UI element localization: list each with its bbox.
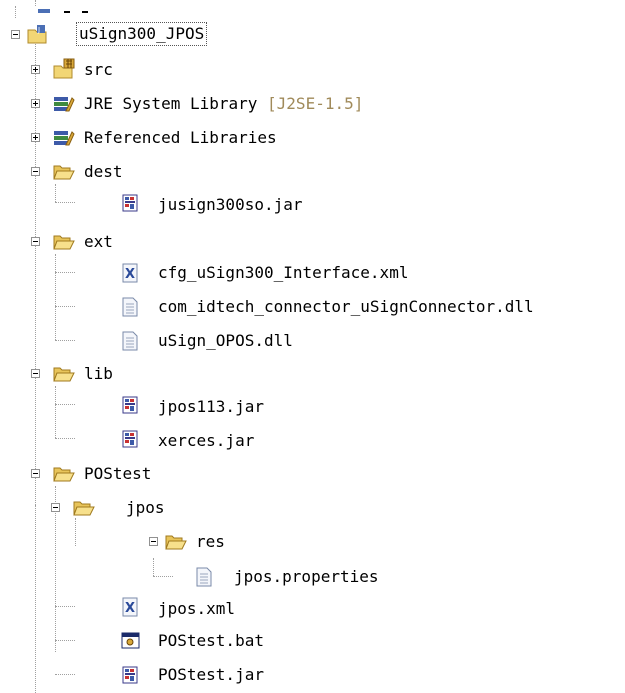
bat-file-icon [120, 630, 140, 650]
res-folder-label[interactable]: res [196, 531, 225, 553]
cut-off-tree-row [34, 0, 94, 13]
tree-file-label[interactable]: jpos.properties [234, 566, 379, 588]
library-icon [52, 126, 75, 146]
svg-text:X: X [125, 267, 135, 282]
tree-file-label[interactable]: POStest.bat [158, 630, 264, 652]
dest-collapse-toggle[interactable] [31, 167, 40, 176]
src-expand-toggle[interactable] [31, 65, 40, 74]
postest-label[interactable]: POStest [84, 463, 151, 485]
postest-collapse-toggle[interactable] [31, 469, 40, 478]
folder-open-icon [164, 530, 187, 550]
referenced-libraries-expand-toggle[interactable] [31, 133, 40, 142]
jre-name: JRE System Library [84, 94, 258, 113]
library-icon [52, 92, 75, 112]
jre-label[interactable]: JRE System Library [J2SE-1.5] [84, 93, 363, 115]
project-label[interactable]: uSign300_JPOS [76, 22, 208, 46]
source-folder-icon [52, 58, 75, 79]
folder-open-icon [52, 160, 75, 180]
text-file-icon [120, 296, 140, 317]
jpos-folder-collapse-toggle[interactable] [51, 503, 60, 512]
referenced-libraries-label[interactable]: Referenced Libraries [84, 127, 277, 149]
jar-icon [120, 428, 140, 448]
jar-icon [120, 192, 140, 212]
xml-file-icon: X [120, 262, 140, 283]
folder-open-icon [52, 230, 75, 250]
tree-file-label[interactable]: jpos.xml [158, 598, 235, 620]
ext-collapse-toggle[interactable] [31, 237, 40, 246]
xml-file-icon: X [120, 596, 140, 617]
folder-open-icon [52, 462, 75, 482]
cut-off-row-fragment-icon [38, 9, 88, 13]
ext-label[interactable]: ext [84, 231, 113, 253]
jar-icon [120, 394, 140, 414]
tree-file-label[interactable]: cfg_uSign300_Interface.xml [158, 262, 408, 284]
res-folder-collapse-toggle[interactable] [149, 537, 158, 546]
tree-file-label[interactable]: com_idtech_connector_uSignConnector.dll [158, 296, 534, 318]
tree-file-label[interactable]: jpos113.jar [158, 396, 264, 418]
svg-text:X: X [125, 601, 135, 616]
tree-file-label[interactable]: xerces.jar [158, 430, 254, 452]
jar-icon [120, 664, 140, 684]
src-label[interactable]: src [84, 59, 113, 81]
svg-text:J: J [37, 26, 40, 34]
jre-version-decoration: [J2SE-1.5] [267, 94, 364, 113]
folder-open-icon [72, 496, 95, 516]
tree-file-label[interactable]: jusign300so.jar [158, 194, 303, 216]
project-collapse-toggle[interactable] [11, 30, 20, 39]
lib-collapse-toggle[interactable] [31, 369, 40, 378]
jre-expand-toggle[interactable] [31, 99, 40, 108]
text-file-icon [120, 330, 140, 351]
text-file-icon [194, 566, 214, 587]
dest-label[interactable]: dest [84, 161, 123, 183]
folder-open-icon [52, 362, 75, 382]
java-project-icon: J [26, 24, 47, 44]
tree-file-label[interactable]: uSign_OPOS.dll [158, 330, 293, 352]
jpos-folder-label[interactable]: jpos [126, 497, 165, 519]
lib-label[interactable]: lib [84, 363, 113, 385]
tree-file-label[interactable]: POStest.jar [158, 664, 264, 686]
